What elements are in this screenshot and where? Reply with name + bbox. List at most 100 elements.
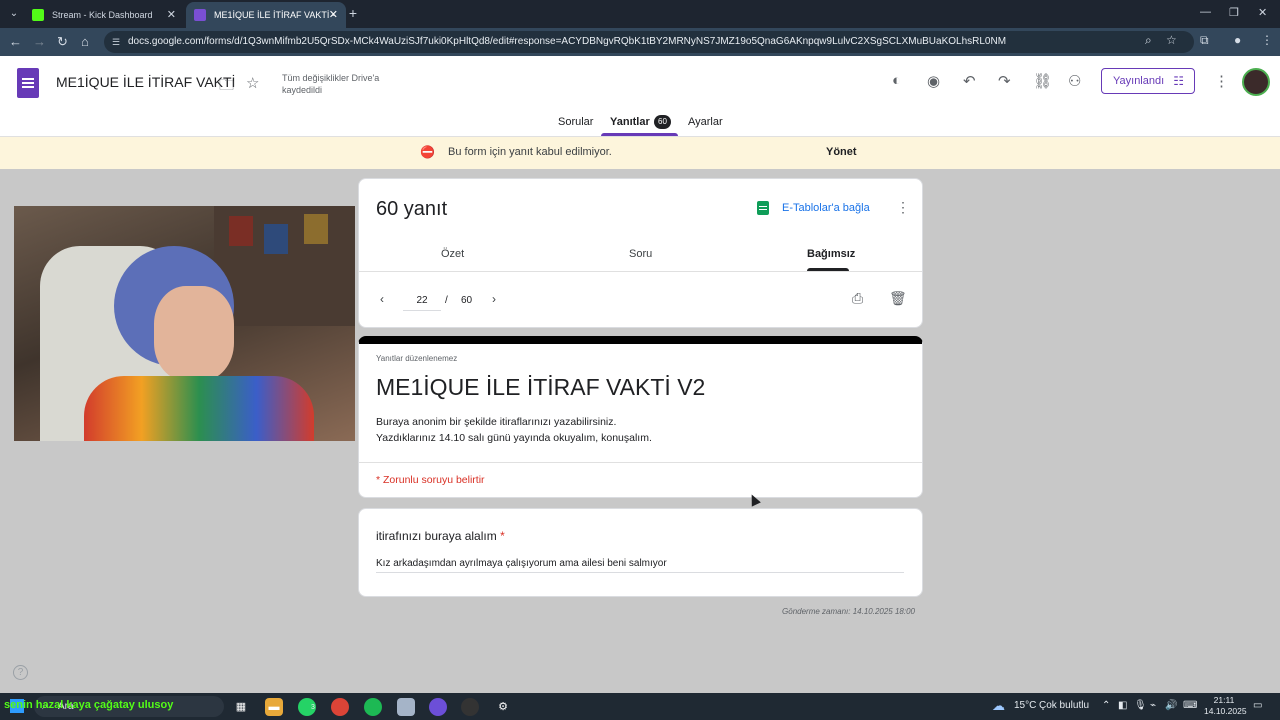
tab-search-icon[interactable]: ⌄: [6, 6, 22, 22]
minimize-icon[interactable]: —: [1200, 6, 1211, 18]
star-icon[interactable]: ☆: [246, 74, 259, 92]
profile-icon[interactable]: ●: [1234, 33, 1241, 47]
microphone-icon[interactable]: 🎙: [1134, 700, 1147, 711]
preview-eye-icon[interactable]: ◉: [927, 72, 940, 90]
tab-responses[interactable]: Yanıtlar: [610, 116, 650, 128]
weather-cloud-icon: ☁: [992, 698, 1005, 713]
not-accepting-banner: ⛔ Bu form için yanıt kabul edilmiyor. Yö…: [0, 137, 1280, 169]
form-description: Buraya anonim bir şekilde itiraflarınızı…: [376, 414, 652, 446]
webcam-person-face: [154, 286, 234, 381]
link-to-sheets-button[interactable]: E-Tablolar'a bağla: [782, 202, 870, 214]
site-info-icon[interactable]: ☰: [112, 36, 122, 48]
app-icon[interactable]: [397, 698, 415, 716]
submission-timestamp: Gönderme zamanı: 14.10.2025 18:00: [782, 607, 915, 616]
browser-tab-forms[interactable]: ME1İQUE İLE İTİRAF VAKTİ - Go ✕: [186, 2, 346, 46]
webcam-poster: [229, 216, 253, 246]
back-icon[interactable]: ←: [9, 34, 22, 50]
uneditable-note: Yanıtlar düzenlenemez: [376, 354, 458, 363]
tune-icon: ☷: [1173, 74, 1184, 88]
tray-overflow-icon[interactable]: ⌃: [1102, 700, 1110, 711]
published-button[interactable]: Yayınlandı ☷: [1101, 68, 1195, 94]
forms-header: ME1İQUE İLE İTİRAF VAKTİ 🗀 ☆ Tüm değişik…: [0, 56, 1280, 137]
webcam-overlay: [14, 206, 355, 441]
new-tab-icon[interactable]: +: [346, 4, 360, 22]
clock-time: 21:11: [1213, 695, 1235, 705]
folder-icon[interactable]: 🗀: [219, 75, 234, 100]
keyboard-icon[interactable]: ⌨: [1183, 700, 1197, 711]
form-description-line: Yazdıklarınız 14.10 salı günü yayında ok…: [376, 432, 652, 444]
divider: [359, 271, 922, 272]
delete-response-icon[interactable]: 🗑: [889, 290, 907, 307]
close-tab-icon[interactable]: ✕: [167, 2, 176, 28]
close-tab-icon[interactable]: ✕: [329, 2, 338, 28]
task-view-icon[interactable]: ▦: [232, 698, 250, 716]
stream-ticker-text: senin hazal kaya çağatay ulusoy: [4, 699, 174, 711]
weather-temp[interactable]: 15°C: [1014, 700, 1036, 711]
responses-count-badge: 60: [654, 115, 671, 129]
previous-response-icon[interactable]: ‹: [380, 292, 384, 306]
url-text: docs.google.com/forms/d/1Q3wnMifmb2U5QrS…: [128, 36, 1007, 47]
tab-summary[interactable]: Özet: [441, 248, 464, 260]
form-doc-title[interactable]: ME1İQUE İLE İTİRAF VAKTİ: [56, 74, 235, 90]
browser-menu-icon[interactable]: ⋮: [1261, 33, 1273, 47]
response-count-title: 60 yanıt: [376, 198, 448, 220]
volume-icon[interactable]: 🔊: [1165, 700, 1177, 711]
settings-gear-icon[interactable]: ⚙: [494, 698, 512, 716]
kick-favicon-icon: [32, 9, 44, 21]
address-bar[interactable]: ☰ docs.google.com/forms/d/1Q3wnMifmb2U5Q…: [104, 31, 1194, 53]
tab-individual[interactable]: Bağımsız: [807, 248, 855, 260]
next-response-icon[interactable]: ›: [492, 292, 496, 306]
tray-app-icon[interactable]: ◧: [1118, 700, 1127, 711]
response-number-input[interactable]: 22: [403, 291, 441, 311]
add-collaborator-icon[interactable]: ⚇: [1068, 72, 1081, 90]
tab-question[interactable]: Soru: [629, 248, 652, 260]
sheets-icon[interactable]: [757, 201, 769, 215]
question-text: itirafınızı buraya alalım: [376, 529, 497, 543]
forward-icon[interactable]: →: [33, 34, 46, 50]
divider: [359, 462, 922, 463]
app-icon[interactable]: [429, 698, 447, 716]
link-icon[interactable]: ⛓: [1033, 72, 1052, 90]
browser-tab-kick[interactable]: Stream - Kick Dashboard ✕: [24, 2, 184, 28]
restore-icon[interactable]: ❐: [1229, 6, 1239, 19]
browser-toolbar: ← → ↻ ⌂ ☰ docs.google.com/forms/d/1Q3wnM…: [0, 28, 1280, 56]
more-options-icon[interactable]: ⋮: [896, 199, 910, 216]
form-title: ME1İQUE İLE İTİRAF VAKTİ V2: [376, 374, 706, 400]
browser-tab-strip: ⌄ Stream - Kick Dashboard ✕ ME1İQUE İLE …: [0, 0, 1280, 46]
notifications-icon[interactable]: ▭: [1253, 700, 1262, 711]
palette-icon[interactable]: ◐: [892, 72, 901, 89]
whatsapp-badge: 3: [311, 704, 315, 711]
tab-questions[interactable]: Sorular: [558, 116, 593, 128]
bookmark-star-icon[interactable]: ☆: [1166, 33, 1177, 47]
network-icon[interactable]: ⌁: [1150, 700, 1156, 711]
undo-icon[interactable]: ↶: [963, 72, 976, 90]
zoom-icon[interactable]: ⌕: [1145, 33, 1152, 48]
home-icon[interactable]: ⌂: [81, 34, 89, 50]
print-icon[interactable]: ⎙: [852, 290, 863, 307]
responses-off-icon: ⛔: [420, 145, 435, 159]
obs-icon[interactable]: [461, 698, 479, 716]
help-icon[interactable]: ?: [13, 665, 28, 680]
tab-title: Stream - Kick Dashboard: [52, 10, 153, 20]
chrome-icon[interactable]: [331, 698, 349, 716]
avatar[interactable]: [1242, 68, 1270, 96]
extensions-icon[interactable]: ⧉: [1200, 33, 1209, 48]
answer-text: Kız arkadaşımdan ayrılmaya çalışıyorum a…: [376, 558, 904, 573]
tab-settings[interactable]: Ayarlar: [688, 116, 723, 128]
manage-button[interactable]: Yönet: [826, 146, 857, 158]
required-note: * Zorunlu soruyu belirtir: [376, 474, 485, 486]
save-status: Tüm değişiklikler Drive'a kaydedildi: [282, 73, 380, 95]
redo-icon[interactable]: ↷: [998, 72, 1011, 90]
spotify-icon[interactable]: [364, 698, 382, 716]
system-clock[interactable]: 21:11 14.10.2025: [1204, 695, 1247, 717]
forms-logo-icon[interactable]: [17, 68, 39, 98]
close-window-icon[interactable]: ✕: [1258, 6, 1267, 19]
file-explorer-icon[interactable]: ▬: [265, 698, 283, 716]
more-options-icon[interactable]: ⋮: [1214, 72, 1229, 90]
reload-icon[interactable]: ↻: [57, 34, 68, 50]
webcam-person-sweater: [84, 376, 314, 441]
form-title-card: Yanıtlar düzenlenemez ME1İQUE İLE İTİRAF…: [358, 336, 923, 498]
form-description-line: Buraya anonim bir şekilde itiraflarınızı…: [376, 416, 617, 428]
weather-desc[interactable]: Çok bulutlu: [1039, 700, 1089, 711]
published-label: Yayınlandı: [1113, 75, 1165, 87]
